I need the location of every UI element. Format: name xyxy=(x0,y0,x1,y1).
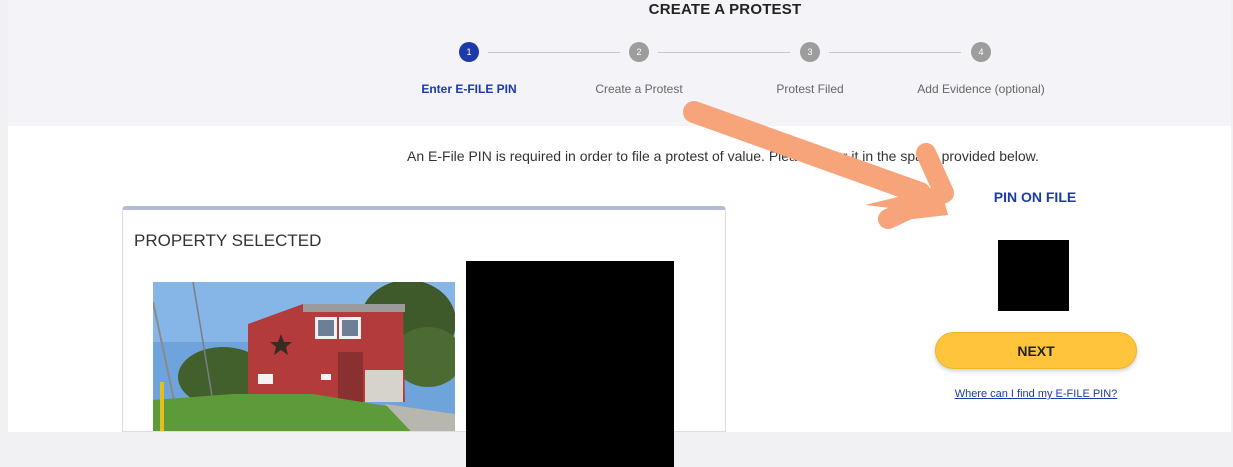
page: CREATE A PROTEST 1 2 3 4 Enter E-FILE PI… xyxy=(0,0,1233,467)
header-band xyxy=(8,0,1231,126)
step-4-indicator[interactable]: 4 xyxy=(971,42,991,62)
property-card-title: PROPERTY SELECTED xyxy=(134,231,322,250)
redacted-pin-value xyxy=(998,240,1069,311)
step-4-label[interactable]: Add Evidence (optional) xyxy=(881,82,1081,96)
step-connector xyxy=(488,52,620,53)
step-2-label[interactable]: Create a Protest xyxy=(539,82,739,96)
house-photo xyxy=(153,282,455,431)
step-2-indicator[interactable]: 2 xyxy=(629,42,649,62)
redacted-property-details xyxy=(466,261,674,467)
step-3-label[interactable]: Protest Filed xyxy=(710,82,910,96)
step-connector xyxy=(658,52,790,53)
next-button[interactable]: NEXT xyxy=(935,332,1137,369)
annotation-arrow-icon xyxy=(683,101,954,229)
step-connector xyxy=(829,52,961,53)
step-3-indicator[interactable]: 3 xyxy=(800,42,820,62)
find-efile-pin-link[interactable]: Where can I find my E-FILE PIN? xyxy=(935,388,1137,400)
step-1-indicator[interactable]: 1 xyxy=(459,42,479,62)
page-title: CREATE A PROTEST xyxy=(648,1,802,18)
